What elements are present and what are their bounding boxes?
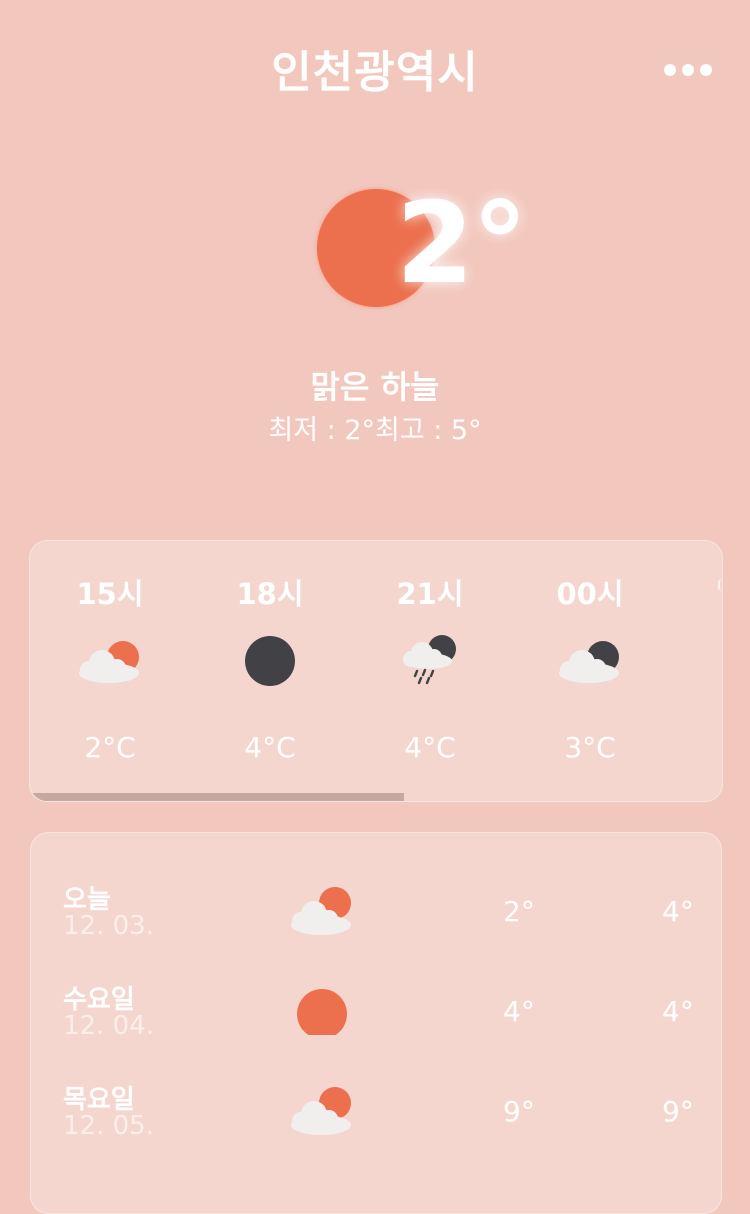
day-date: 12. 05. <box>63 1111 154 1141</box>
day-row: 오늘 12. 03. 2° 4° <box>31 879 721 979</box>
hour-temperature: 4°C <box>404 731 456 764</box>
city-title: 인천광역시 <box>271 47 479 98</box>
hour-temperature: 2°C <box>84 731 136 764</box>
day-high-temperature: 4° <box>662 895 694 928</box>
more-dot <box>664 64 676 76</box>
day-row: 목요일 12. 05. 9° 9° <box>31 1079 721 1179</box>
more-options-icon[interactable] <box>664 58 712 82</box>
day-high-temperature: 4° <box>662 995 694 1028</box>
hour-item: 21시 4°C <box>350 541 510 781</box>
partly-cloudy-day-icon <box>291 1087 351 1135</box>
sun-icon <box>297 989 347 1035</box>
hour-item: 15시 2°C <box>30 541 190 781</box>
hour-item: 18시 4°C <box>190 541 350 781</box>
hour-time: 21시 <box>396 577 464 611</box>
next-hour-item-edge <box>718 579 722 591</box>
hour-temperature: 4°C <box>244 731 296 764</box>
hour-time: 00시 <box>556 577 624 611</box>
partly-cloudy-night-icon <box>559 641 619 683</box>
current-temperature: 2° <box>396 179 528 309</box>
current-condition: 맑은 하늘 <box>310 368 440 406</box>
day-row: 수요일 12. 04. 4° 4° <box>31 979 721 1079</box>
partly-cloudy-day-icon <box>291 887 351 935</box>
header: 인천광역시 <box>0 0 750 130</box>
hourly-forecast[interactable]: 15시 2°C 18시 4°C 21시 4°C 00시 3°C <box>29 540 723 802</box>
hourly-scrollbar[interactable] <box>30 793 722 801</box>
hour-item: 00시 3°C <box>510 541 670 781</box>
day-date: 12. 04. <box>63 1011 154 1041</box>
hour-time: 18시 <box>236 577 304 611</box>
moon-icon <box>245 636 295 686</box>
min-max-temperature: 최저 : 2°최고 : 5° <box>268 415 482 446</box>
more-dot <box>682 64 694 76</box>
hour-temperature: 3°C <box>564 731 616 764</box>
day-date: 12. 03. <box>63 911 154 941</box>
more-dot <box>700 64 712 76</box>
day-low-temperature: 4° <box>503 995 535 1028</box>
hour-time: 15시 <box>76 577 144 611</box>
daily-forecast[interactable]: 오늘 12. 03. 2° 4° 수요일 12. 04. 4° 4° 목요일 1… <box>30 832 722 1214</box>
hourly-scrollbar-thumb[interactable] <box>30 793 404 801</box>
day-high-temperature: 9° <box>662 1095 694 1128</box>
current-weather: 2° <box>0 180 750 320</box>
day-low-temperature: 9° <box>503 1095 535 1128</box>
day-low-temperature: 2° <box>503 895 535 928</box>
rain-night-icon <box>403 635 456 685</box>
partly-cloudy-day-icon <box>79 641 139 683</box>
